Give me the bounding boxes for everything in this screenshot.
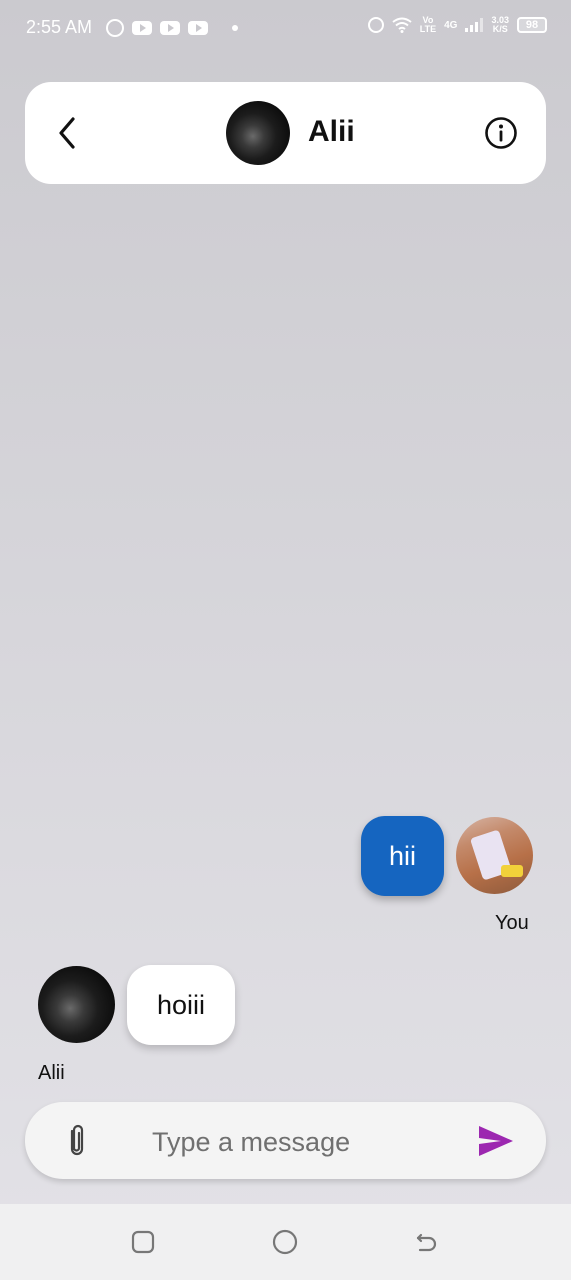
- message-input[interactable]: [150, 1120, 464, 1164]
- alarm-icon: [367, 17, 384, 33]
- user-avatar: [456, 817, 533, 894]
- system-nav-bar: [0, 1204, 571, 1280]
- message-composer: [25, 1102, 546, 1179]
- status-time: 2:55 AM: [26, 17, 93, 37]
- recents-square-icon[interactable]: [130, 1229, 156, 1255]
- contact-avatar[interactable]: [226, 101, 290, 165]
- volte-indicator: Vo LTE: [419, 15, 437, 34]
- notification-icons: [106, 19, 238, 37]
- battery-icon: 98: [517, 17, 547, 33]
- youtube-icon: [132, 21, 152, 35]
- signal-icon: [465, 18, 484, 32]
- network-type: 4G: [444, 19, 458, 31]
- notification-dot-icon: [232, 25, 238, 31]
- sender-label: You: [495, 912, 529, 934]
- incoming-message-bubble[interactable]: hoiii: [127, 965, 235, 1045]
- info-icon[interactable]: [484, 116, 518, 150]
- home-circle-icon[interactable]: [272, 1229, 298, 1255]
- back-arrow-icon[interactable]: [53, 113, 83, 153]
- outgoing-message-bubble[interactable]: hii: [361, 816, 444, 896]
- send-icon[interactable]: [477, 1124, 515, 1158]
- paperclip-icon[interactable]: [65, 1122, 89, 1160]
- status-bar: 2:55 AM Vo LTE 4G 3.03 K/S 98: [0, 0, 571, 58]
- contact-message-avatar: [38, 966, 115, 1043]
- youtube-icon: [188, 21, 208, 35]
- contact-name[interactable]: Alii: [308, 115, 355, 149]
- wifi-icon: [392, 17, 412, 33]
- message-text: hoiii: [156, 989, 206, 1020]
- message-text: hii: [388, 840, 416, 871]
- sender-label: Alii: [38, 1062, 65, 1084]
- system-icons: Vo LTE 4G 3.03 K/S 98: [367, 15, 547, 34]
- avatar-photo-detail: [501, 865, 523, 877]
- whatsapp-icon: [106, 19, 124, 37]
- network-speed: 3.03 K/S: [491, 15, 509, 34]
- youtube-icon: [160, 21, 180, 35]
- back-icon[interactable]: [414, 1229, 440, 1255]
